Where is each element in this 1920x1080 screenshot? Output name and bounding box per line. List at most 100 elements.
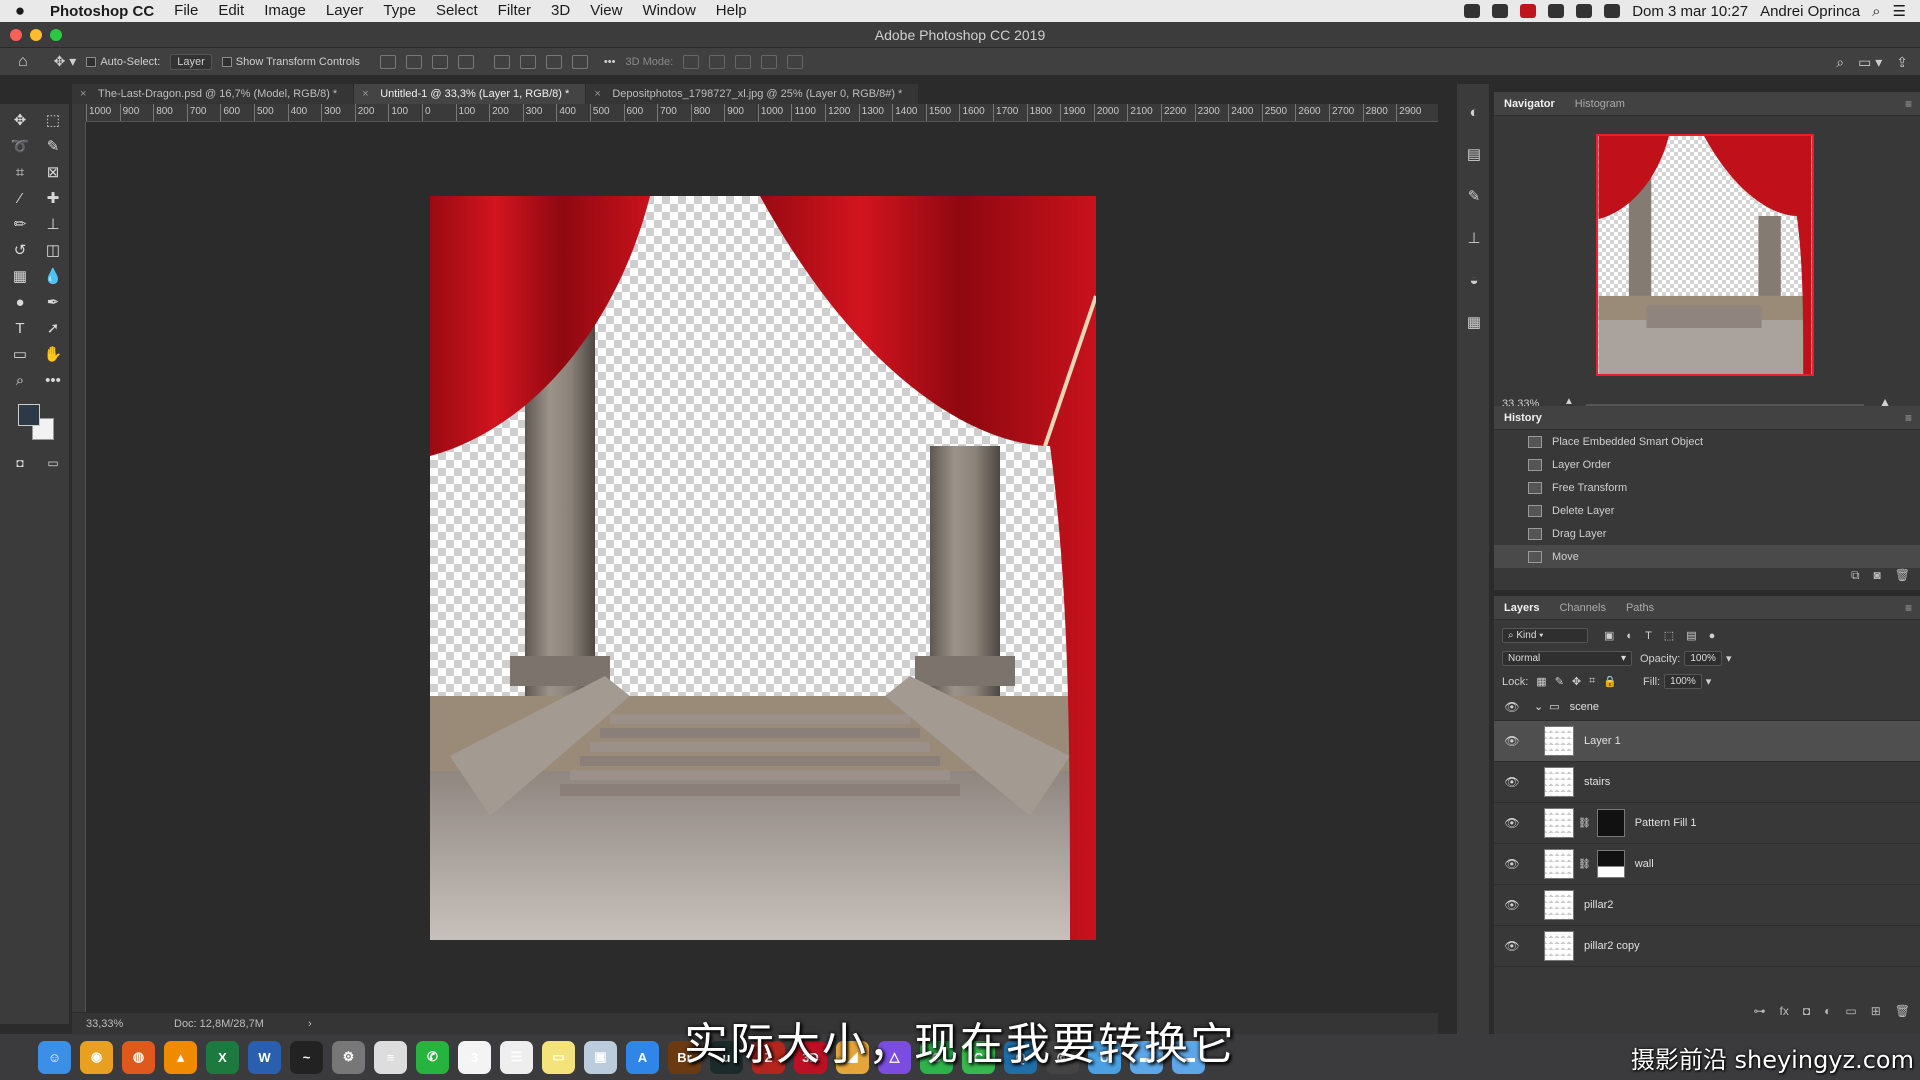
align-right-icon[interactable] xyxy=(431,54,448,69)
align-center-icon[interactable] xyxy=(405,54,422,69)
add-mask-icon[interactable]: ◘ xyxy=(1803,1004,1810,1018)
path-select-tool-icon[interactable]: ➚ xyxy=(40,318,66,340)
3d-slide-icon[interactable] xyxy=(761,54,778,69)
hand-tool-icon[interactable]: ✋ xyxy=(40,344,66,366)
snapshot-icon[interactable]: ◙ xyxy=(1874,568,1881,583)
zoom-window-button[interactable] xyxy=(50,29,62,41)
history-state[interactable]: Move xyxy=(1494,545,1920,568)
app-menu[interactable]: Photoshop CC xyxy=(40,3,164,20)
clone-source-icon[interactable]: ⊥ xyxy=(1465,230,1483,248)
dock-app-app-store-icon[interactable]: A xyxy=(626,1040,659,1074)
canvas-area[interactable] xyxy=(86,122,1438,1012)
menu-edit[interactable]: Edit xyxy=(208,0,254,22)
lock-transparent-icon[interactable]: ▦ xyxy=(1536,675,1546,688)
quick-mask-icon[interactable]: ◘ xyxy=(7,452,33,474)
dock-app-system-preferences-icon[interactable]: ⚙ xyxy=(332,1040,365,1074)
history-state[interactable]: Free Transform xyxy=(1494,476,1920,499)
auto-select-dropdown[interactable]: Layer xyxy=(170,53,212,70)
layer-row[interactable]: 👁 Layer 1 xyxy=(1494,721,1920,762)
close-tab-icon[interactable]: × xyxy=(594,84,600,104)
panel-menu-icon[interactable]: ≡ xyxy=(1905,92,1912,116)
zoom-tool-icon[interactable]: ⌕ xyxy=(7,370,33,392)
tab-histogram[interactable]: Histogram xyxy=(1565,92,1635,116)
horizontal-ruler[interactable]: 1000 900 800 700 600 500 400 300 200 100 0 100 200 30… xyxy=(86,104,1438,122)
dock-app-calendar-icon[interactable]: 3 xyxy=(458,1040,491,1074)
status-expand-icon[interactable]: › xyxy=(308,1013,312,1035)
navigator-preview[interactable] xyxy=(1596,134,1814,376)
mask-link-icon[interactable]: ⛓ xyxy=(1578,818,1591,829)
dodge-tool-icon[interactable]: ● xyxy=(7,292,33,314)
healing-tool-icon[interactable]: ✚ xyxy=(40,188,66,210)
delete-layer-icon[interactable]: 🗑 xyxy=(1895,1004,1910,1018)
mask-link-icon[interactable]: ⛓ xyxy=(1578,859,1591,870)
minimize-window-button[interactable] xyxy=(30,29,42,41)
history-state[interactable]: Place Embedded Smart Object xyxy=(1494,430,1920,453)
align-middle-icon[interactable] xyxy=(519,54,536,69)
menu-help[interactable]: Help xyxy=(706,0,757,22)
tab-layers[interactable]: Layers xyxy=(1494,596,1549,620)
layer-row[interactable]: 👁 pillar2 xyxy=(1494,885,1920,926)
brush-tool-icon[interactable]: ✏ xyxy=(7,214,33,236)
gmail-icon[interactable] xyxy=(1492,4,1509,18)
clock[interactable]: Dom 3 mar 10:27 xyxy=(1632,3,1748,20)
filter-pixel-icon[interactable]: ▣ xyxy=(1604,629,1614,642)
layer-name[interactable]: stairs xyxy=(1584,776,1610,788)
fill-field[interactable]: 100% xyxy=(1664,674,1702,689)
align-top-icon[interactable] xyxy=(493,54,510,69)
3d-orbit-icon[interactable] xyxy=(683,54,700,69)
layer-row[interactable]: 👁 ⛓ Pattern Fill 1 xyxy=(1494,803,1920,844)
menu-view[interactable]: View xyxy=(580,0,632,22)
foreground-color-swatch[interactable] xyxy=(18,404,40,426)
visibility-eye-icon[interactable]: 👁 xyxy=(1494,775,1530,789)
marquee-tool-icon[interactable]: ⬚ xyxy=(40,110,66,132)
dock-app-stickies-icon[interactable]: ▭ xyxy=(542,1040,575,1074)
brushes-icon[interactable]: ✎ xyxy=(1465,188,1483,206)
lock-position-icon[interactable]: ✥ xyxy=(1572,675,1581,688)
blend-mode-dropdown[interactable]: Normal ▾ xyxy=(1502,651,1632,666)
layer-name[interactable]: wall xyxy=(1635,858,1654,870)
layer-row[interactable]: 👁 pillar2 copy xyxy=(1494,926,1920,967)
layer-name[interactable]: pillar2 copy xyxy=(1584,940,1640,952)
grid-icon[interactable]: ▦ xyxy=(1465,314,1483,332)
dock-app-firefox-icon[interactable]: ◍ xyxy=(122,1040,155,1074)
gradient-tool-icon[interactable]: ▦ xyxy=(7,266,33,288)
move-tool-icon[interactable]: ✥ ▾ xyxy=(54,53,77,70)
layer-thumbnail[interactable] xyxy=(1544,767,1574,797)
align-left-icon[interactable] xyxy=(379,54,396,69)
dock-app-reminders-icon[interactable]: ☰ xyxy=(500,1040,533,1074)
layer-filter-dropdown[interactable]: ⌕ Kind ▾ xyxy=(1502,628,1588,643)
layer-mask-thumbnail[interactable] xyxy=(1596,850,1625,878)
menu-window[interactable]: Window xyxy=(632,0,705,22)
layer-name[interactable]: Layer 1 xyxy=(1584,735,1621,747)
adjustment-layer-icon[interactable]: ◐ xyxy=(1824,1004,1831,1018)
status-zoom[interactable]: 33,33% xyxy=(86,1013,123,1035)
new-layer-icon[interactable]: ⊞ xyxy=(1871,1004,1881,1018)
transform-controls-checkbox[interactable] xyxy=(221,56,232,67)
eraser-tool-icon[interactable]: ◫ xyxy=(40,240,66,262)
filter-shape-icon[interactable]: ⬚ xyxy=(1664,629,1674,642)
home-icon[interactable]: ⌂ xyxy=(18,53,28,71)
menu-filter[interactable]: Filter xyxy=(488,0,541,22)
link-layers-icon[interactable]: ⊶ xyxy=(1754,1004,1766,1018)
layer-row[interactable]: 👁 ⛓ wall xyxy=(1494,844,1920,885)
fill-chevron-icon[interactable]: ▾ xyxy=(1706,675,1712,688)
dock-app-excel-icon[interactable]: X xyxy=(206,1040,239,1074)
adjustments-icon[interactable]: ▤ xyxy=(1465,146,1483,164)
dock-app-finder-icon[interactable]: ☺ xyxy=(38,1040,71,1074)
align-bottom-icon[interactable] xyxy=(545,54,562,69)
history-menu-icon[interactable]: ≡ xyxy=(1905,406,1912,430)
3d-scale-icon[interactable] xyxy=(787,54,804,69)
layer-thumbnail[interactable] xyxy=(1544,726,1574,756)
distribute-icon[interactable] xyxy=(457,54,474,69)
status-doc-size[interactable]: Doc: 12,8M/28,7M xyxy=(174,1013,264,1035)
visibility-eye-icon[interactable]: 👁 xyxy=(1494,898,1530,912)
layer-row[interactable]: 👁 stairs xyxy=(1494,762,1920,803)
new-group-icon[interactable]: ▭ xyxy=(1845,1004,1856,1018)
notification-center-icon[interactable]: ☰ xyxy=(1893,2,1906,20)
layer-thumbnail[interactable] xyxy=(1544,890,1574,920)
opacity-chevron-icon[interactable]: ▾ xyxy=(1726,652,1732,665)
dock-app-chrome-icon[interactable]: ◉ xyxy=(80,1040,113,1074)
close-tab-icon[interactable]: × xyxy=(80,84,86,104)
close-tab-icon[interactable]: × xyxy=(362,84,368,104)
screen-mode-icon[interactable]: ▭ xyxy=(40,452,66,474)
